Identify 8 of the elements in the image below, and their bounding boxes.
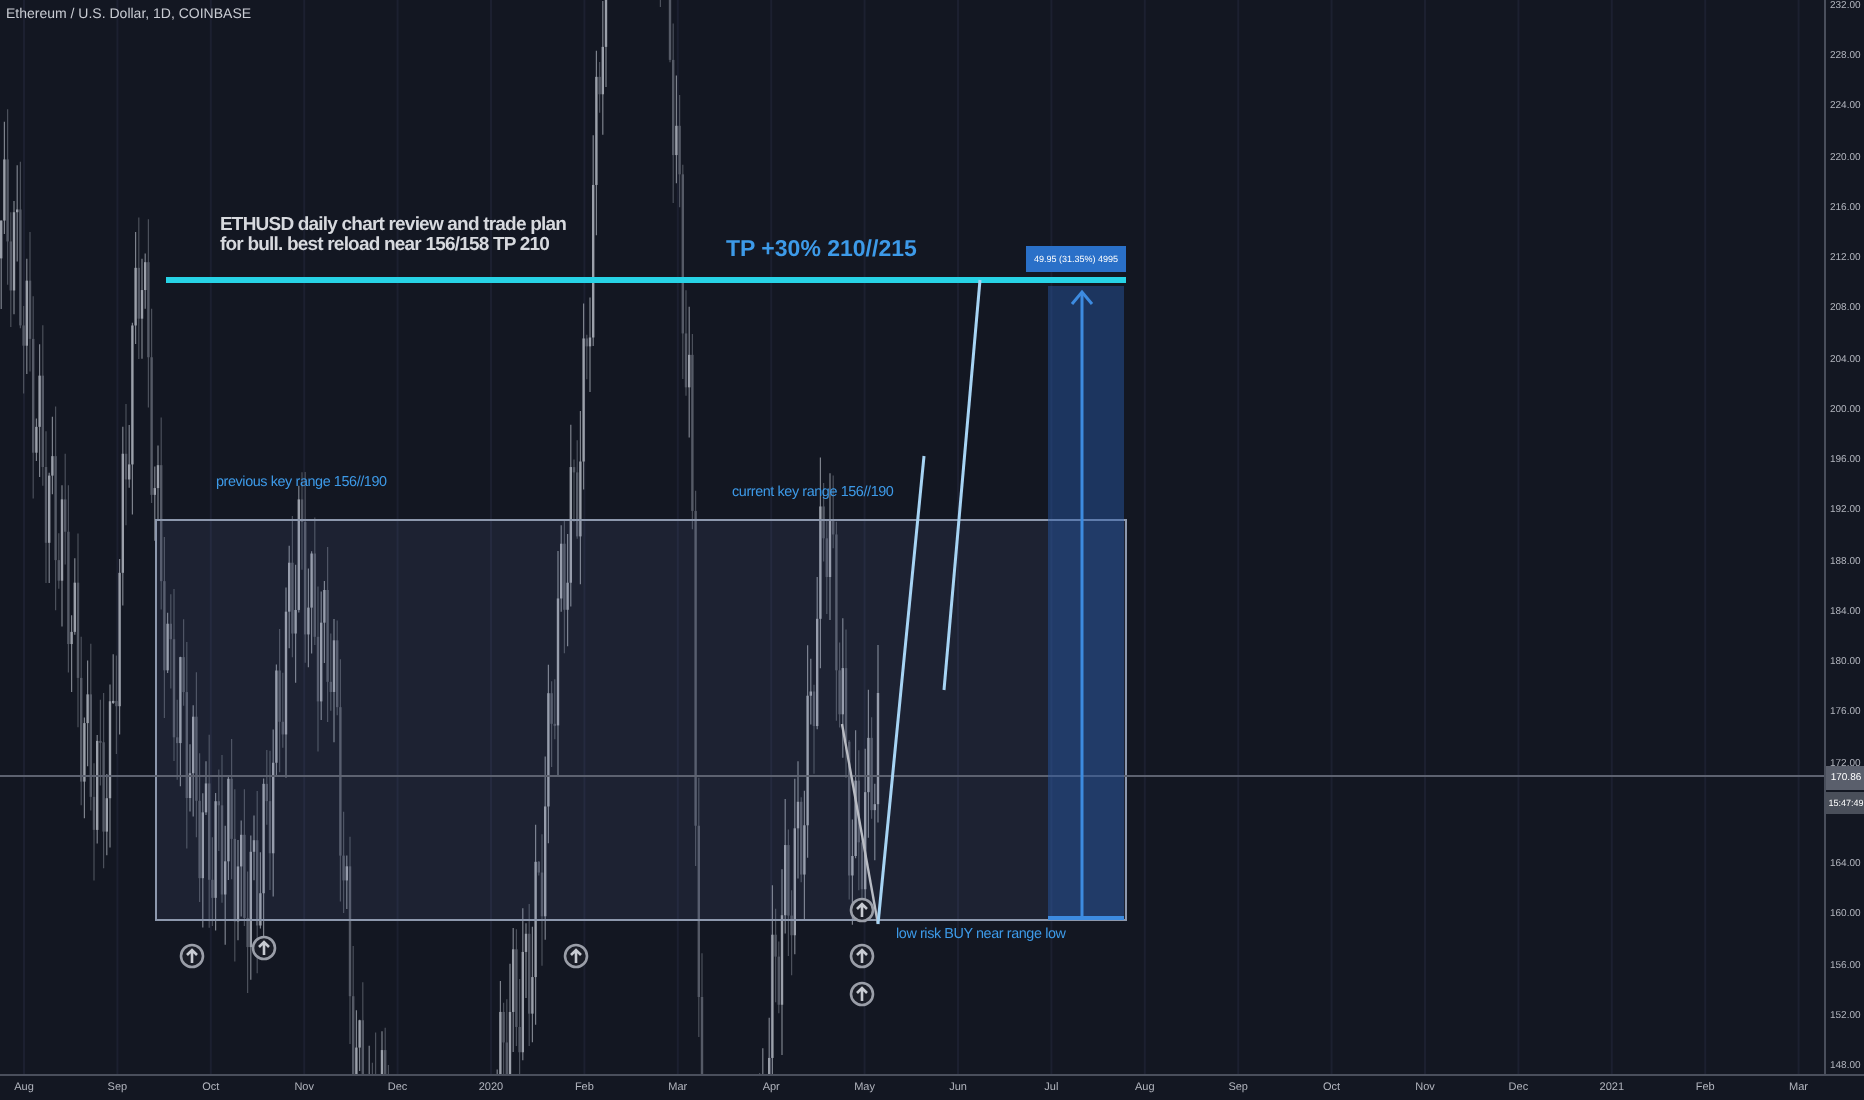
chart-note: ETHUSD daily chart review and trade plan for bull. best reload near 156/158 TP 210: [220, 216, 566, 256]
price-range-measure[interactable]: [1048, 286, 1124, 920]
range-rectangle[interactable]: [155, 519, 1127, 921]
target-label: TP +30% 210//215: [726, 238, 917, 263]
trend-line[interactable]: [840, 723, 880, 925]
trend-line[interactable]: [942, 279, 982, 691]
up-arrow-icon: [179, 943, 205, 969]
up-arrow-icon: [251, 935, 277, 961]
